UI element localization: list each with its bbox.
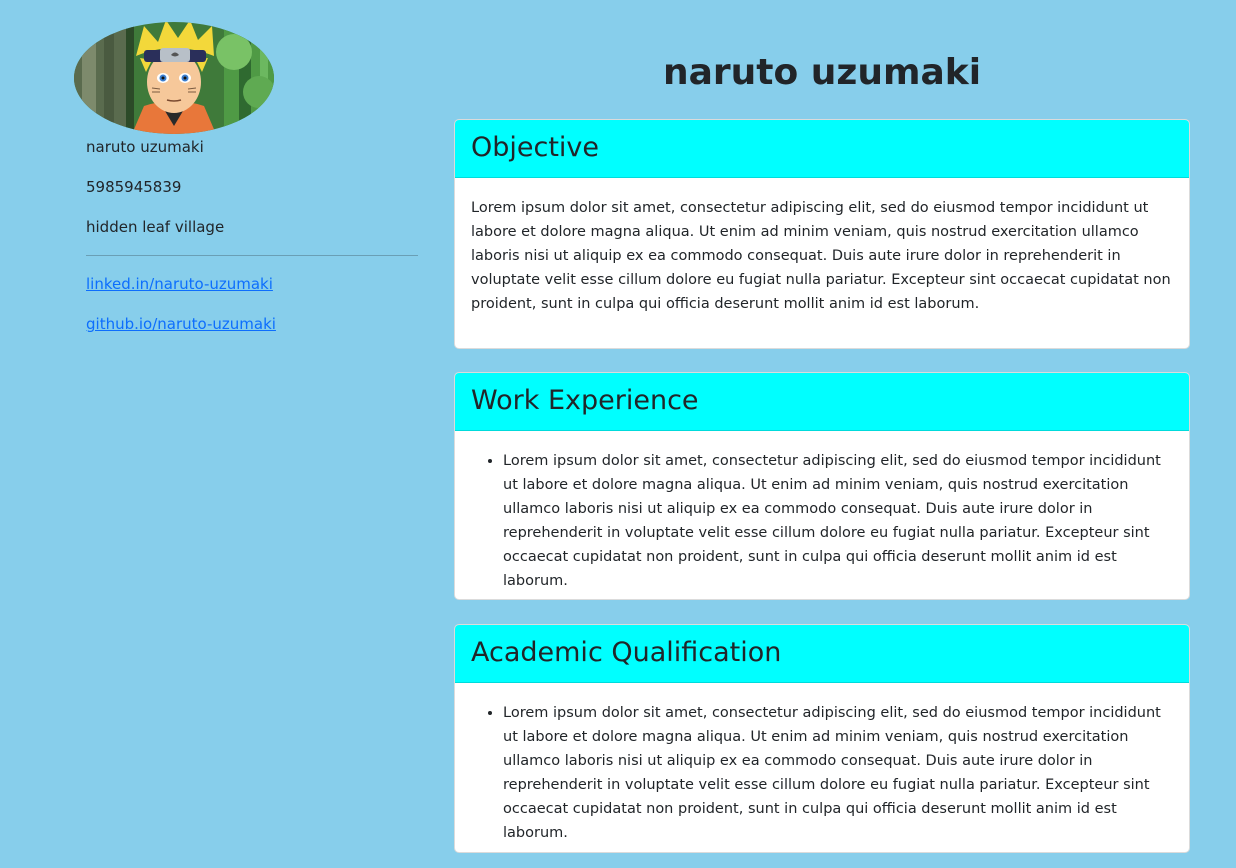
objective-body: Lorem ipsum dolor sit amet, consectetur … — [455, 178, 1189, 316]
profile-name: naruto uzumaki — [86, 138, 204, 156]
avatar-image — [74, 22, 274, 134]
github-link[interactable]: github.io/naruto-uzumaki — [86, 314, 276, 334]
divider — [86, 255, 418, 256]
work-experience-heading: Work Experience — [455, 373, 1189, 431]
academic-qualification-body: Lorem ipsum dolor sit amet, consectetur … — [455, 683, 1189, 845]
work-experience-card: Work Experience Lorem ipsum dolor sit am… — [454, 372, 1190, 600]
academic-qualification-heading: Academic Qualification — [455, 625, 1189, 683]
profile-phone: 5985945839 — [86, 178, 182, 196]
work-experience-body: Lorem ipsum dolor sit amet, consectetur … — [455, 431, 1189, 593]
objective-text: Lorem ipsum dolor sit amet, consectetur … — [471, 200, 1171, 312]
academic-qualification-card: Academic Qualification Lorem ipsum dolor… — [454, 624, 1190, 853]
page-title: naruto uzumaki — [662, 52, 982, 93]
objective-card: Objective Lorem ipsum dolor sit amet, co… — [454, 119, 1190, 349]
sidebar: naruto uzumaki 5985945839 hidden leaf vi… — [0, 0, 430, 868]
profile-address: hidden leaf village — [86, 218, 225, 236]
linkedin-link[interactable]: linked.in/naruto-uzumaki — [86, 274, 273, 294]
objective-heading: Objective — [455, 120, 1189, 178]
list-item: Lorem ipsum dolor sit amet, consectetur … — [503, 701, 1173, 845]
work-experience-list: Lorem ipsum dolor sit amet, consectetur … — [471, 449, 1173, 593]
avatar — [74, 22, 274, 134]
list-item: Lorem ipsum dolor sit amet, consectetur … — [503, 449, 1173, 593]
academic-qualification-list: Lorem ipsum dolor sit amet, consectetur … — [471, 701, 1173, 845]
